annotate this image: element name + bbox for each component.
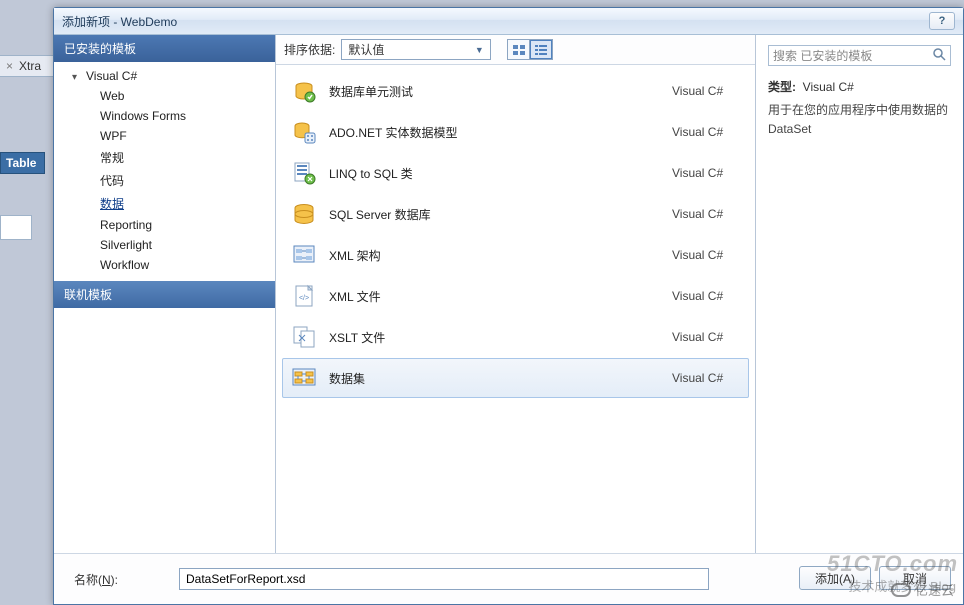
dataset-icon	[289, 363, 319, 393]
template-item-label: XML 文件	[329, 288, 662, 305]
template-item-label: 数据库单元测试	[329, 83, 662, 100]
tree-node-child[interactable]: Web	[54, 86, 275, 106]
tree-node-child[interactable]: 数据	[54, 192, 275, 215]
panel-fragment	[0, 215, 32, 240]
sort-label: 排序依据:	[284, 41, 335, 58]
template-item-language: Visual C#	[672, 207, 742, 221]
template-list: 数据库单元测试Visual C#ADO.NET 实体数据模型Visual C#L…	[276, 65, 755, 553]
chevron-down-icon: ▼	[472, 43, 486, 57]
view-details-button[interactable]	[530, 40, 552, 59]
tree-node-child[interactable]: Silverlight	[54, 235, 275, 255]
tree-node-child[interactable]: Workflow	[54, 255, 275, 275]
close-tab-icon[interactable]: ×	[6, 59, 13, 73]
template-item-label: XML 架构	[329, 247, 662, 264]
template-item-language: Visual C#	[672, 166, 742, 180]
details-type-value: Visual C#	[803, 80, 854, 94]
details-description: 用于在您的应用程序中使用数据的 DataSet	[768, 101, 951, 139]
template-item[interactable]: XSLT 文件 Visual C#	[282, 317, 749, 357]
sort-combobox-value: 默认值	[348, 41, 384, 58]
ado-icon	[289, 117, 319, 147]
template-item[interactable]: 数据库单元测试 Visual C#	[282, 71, 749, 111]
installed-templates-header[interactable]: 已安装的模板	[54, 35, 275, 62]
template-item-language: Visual C#	[672, 371, 742, 385]
details-type-label: 类型:	[768, 80, 796, 94]
template-item[interactable]: XML 架构 Visual C#	[282, 235, 749, 275]
name-input[interactable]	[179, 568, 709, 590]
template-item[interactable]: ADO.NET 实体数据模型 Visual C#	[282, 112, 749, 152]
template-item-label: 数据集	[329, 370, 662, 387]
sort-toolbar: 排序依据: 默认值 ▼	[276, 35, 755, 65]
sqldb-icon	[289, 199, 319, 229]
xml-icon: </>	[289, 281, 319, 311]
template-item-language: Visual C#	[672, 248, 742, 262]
dialog-footer: 名称(N): 添加(A) 取消	[54, 553, 963, 604]
table-header-cell: Table	[0, 152, 45, 174]
dialog-titlebar[interactable]: 添加新项 - WebDemo ?	[54, 8, 963, 35]
view-mode-toggle	[507, 39, 553, 60]
template-item-language: Visual C#	[672, 125, 742, 139]
sort-combobox[interactable]: 默认值 ▼	[341, 39, 491, 60]
template-item-language: Visual C#	[672, 289, 742, 303]
cancel-button[interactable]: 取消	[879, 566, 951, 590]
search-templates-input[interactable]: 搜索 已安装的模板	[768, 45, 951, 66]
editor-tab-label: Xtra	[19, 59, 41, 73]
add-button[interactable]: 添加(A)	[799, 566, 871, 590]
dialog-title: 添加新项 - WebDemo	[62, 13, 177, 30]
search-placeholder-text: 搜索 已安装的模板	[773, 47, 872, 64]
svg-text:</>: </>	[299, 295, 309, 302]
tree-node-child[interactable]: Windows Forms	[54, 106, 275, 126]
add-new-item-dialog: 添加新项 - WebDemo ? 已安装的模板 Visual C# WebWin…	[53, 7, 964, 605]
search-icon	[932, 47, 946, 64]
template-item[interactable]: SQL Server 数据库 Visual C#	[282, 194, 749, 234]
view-large-icons-button[interactable]	[508, 40, 530, 59]
template-item-language: Visual C#	[672, 330, 742, 344]
xsd-icon	[289, 240, 319, 270]
details-panel: 搜索 已安装的模板 类型: Visual C# 用于在您的应用程序中使用数据的 …	[756, 35, 963, 553]
template-item[interactable]: 数据集 Visual C#	[282, 358, 749, 398]
tree-node-root[interactable]: Visual C#	[54, 66, 275, 86]
tree-node-child[interactable]: Reporting	[54, 215, 275, 235]
template-item-label: XSLT 文件	[329, 329, 662, 346]
details-type-line: 类型: Visual C#	[768, 78, 951, 95]
template-item-language: Visual C#	[672, 84, 742, 98]
template-sidebar: 已安装的模板 Visual C# WebWindows FormsWPF常规代码…	[54, 35, 276, 553]
online-templates-header[interactable]: 联机模板	[54, 281, 275, 308]
linq-icon	[289, 158, 319, 188]
xslt-icon	[289, 322, 319, 352]
editor-tab[interactable]: × Xtra	[0, 55, 55, 77]
db-icon	[289, 76, 319, 106]
template-item-label: SQL Server 数据库	[329, 206, 662, 223]
template-item-label: LINQ to SQL 类	[329, 165, 662, 182]
tree-node-child[interactable]: 代码	[54, 169, 275, 192]
help-button[interactable]: ?	[929, 12, 955, 30]
template-item[interactable]: LINQ to SQL 类 Visual C#	[282, 153, 749, 193]
tree-node-child[interactable]: 常规	[54, 146, 275, 169]
template-item[interactable]: </> XML 文件 Visual C#	[282, 276, 749, 316]
template-item-label: ADO.NET 实体数据模型	[329, 124, 662, 141]
template-tree: Visual C# WebWindows FormsWPF常规代码数据Repor…	[54, 62, 275, 279]
name-label: 名称(N):	[74, 571, 159, 588]
tree-node-child[interactable]: WPF	[54, 126, 275, 146]
